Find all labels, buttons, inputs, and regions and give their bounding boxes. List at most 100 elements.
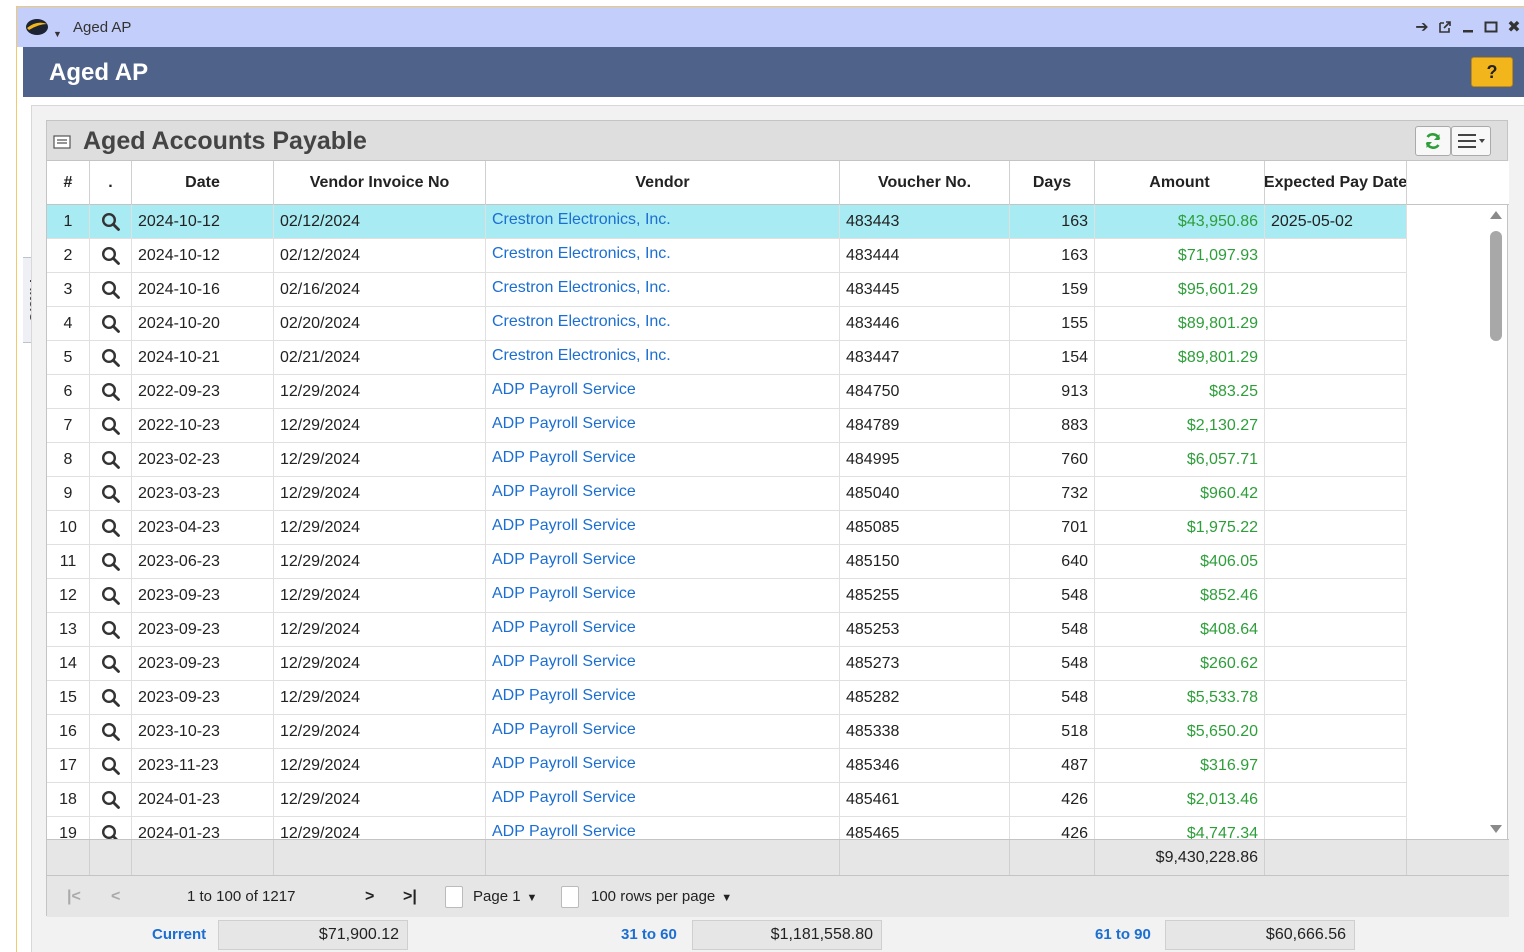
search-icon[interactable] <box>101 416 121 436</box>
table-row[interactable]: 5 2024-10-21 02/21/2024 Crestron Electronic… <box>47 341 1407 375</box>
row-search[interactable] <box>90 647 132 681</box>
row-search[interactable] <box>90 341 132 375</box>
row-search[interactable] <box>90 375 132 409</box>
col-header-amount[interactable]: Amount <box>1095 161 1265 205</box>
column-menu-button[interactable] <box>1451 126 1491 156</box>
table-row[interactable]: 2 2024-10-12 02/12/2024 Crestron Electronic… <box>47 239 1407 273</box>
row-search[interactable] <box>90 443 132 477</box>
prev-page-icon[interactable]: < <box>111 888 120 906</box>
search-icon[interactable] <box>101 212 121 232</box>
arrow-right-icon[interactable]: ➔ <box>1412 17 1432 37</box>
table-row[interactable]: 9 2023-03-23 12/29/2024 ADP Payroll Service… <box>47 477 1407 511</box>
search-icon[interactable] <box>101 722 121 742</box>
table-row[interactable]: 6 2022-09-23 12/29/2024 ADP Payroll Service… <box>47 375 1407 409</box>
maximize-icon[interactable] <box>1481 17 1501 37</box>
search-icon[interactable] <box>101 586 121 606</box>
cell-vendor-text[interactable]: Crestron Electronics, Inc. <box>492 313 671 331</box>
row-search[interactable] <box>90 205 132 239</box>
row-search[interactable] <box>90 307 132 341</box>
col-header-vendor[interactable]: Vendor <box>486 161 840 205</box>
cell-vendor-text[interactable]: Crestron Electronics, Inc. <box>492 279 671 297</box>
close-icon[interactable]: ✖ <box>1504 17 1524 37</box>
collapse-panel-icon[interactable] <box>53 135 71 149</box>
table-row[interactable]: 8 2023-02-23 12/29/2024 ADP Payroll Service… <box>47 443 1407 477</box>
row-search[interactable] <box>90 715 132 749</box>
table-row[interactable]: 7 2022-10-23 12/29/2024 ADP Payroll Service… <box>47 409 1407 443</box>
minimize-icon[interactable] <box>1458 17 1478 37</box>
col-header-vendor-invoice[interactable]: Vendor Invoice No <box>274 161 486 205</box>
col-header-days[interactable]: Days <box>1010 161 1095 205</box>
refresh-button[interactable] <box>1415 126 1451 156</box>
bucket-label-31-60[interactable]: 31 to 60 <box>621 926 677 943</box>
col-header-date[interactable]: Date <box>132 161 274 205</box>
cell-vendor-text[interactable]: ADP Payroll Service <box>492 381 636 399</box>
cell-vendor-text[interactable]: ADP Payroll Service <box>492 483 636 501</box>
search-icon[interactable] <box>101 620 121 640</box>
row-search[interactable] <box>90 783 132 817</box>
last-page-icon[interactable]: >| <box>403 888 417 906</box>
row-search[interactable] <box>90 545 132 579</box>
logo-dropdown-icon[interactable]: ▼ <box>53 29 62 39</box>
table-row[interactable]: 17 2023-11-23 12/29/2024 ADP Payroll Servic… <box>47 749 1407 783</box>
col-header-expected-pay-date[interactable]: Expected Pay Date <box>1265 161 1407 205</box>
cell-vendor-text[interactable]: ADP Payroll Service <box>492 585 636 603</box>
cell-vendor-text[interactable]: ADP Payroll Service <box>492 449 636 467</box>
rows-per-page-select[interactable]: 100 rows per page ▼ <box>591 888 732 905</box>
cell-vendor-text[interactable]: ADP Payroll Service <box>492 823 636 839</box>
row-search[interactable] <box>90 477 132 511</box>
scroll-down-icon[interactable] <box>1490 825 1502 833</box>
search-icon[interactable] <box>101 450 121 470</box>
table-row[interactable]: 13 2023-09-23 12/29/2024 ADP Payroll Servic… <box>47 613 1407 647</box>
table-row[interactable]: 14 2023-09-23 12/29/2024 ADP Payroll Servic… <box>47 647 1407 681</box>
search-icon[interactable] <box>101 790 121 810</box>
cell-vendor-text[interactable]: ADP Payroll Service <box>492 653 636 671</box>
search-icon[interactable] <box>101 756 121 776</box>
row-search[interactable] <box>90 511 132 545</box>
row-search[interactable] <box>90 239 132 273</box>
row-search[interactable] <box>90 579 132 613</box>
search-icon[interactable] <box>101 552 121 572</box>
cell-vendor-text[interactable]: ADP Payroll Service <box>492 551 636 569</box>
bucket-label-61-90[interactable]: 61 to 90 <box>1095 926 1151 943</box>
cell-vendor-text[interactable]: ADP Payroll Service <box>492 755 636 773</box>
row-search[interactable] <box>90 817 132 839</box>
table-row[interactable]: 12 2023-09-23 12/29/2024 ADP Payroll Servic… <box>47 579 1407 613</box>
scroll-thumb[interactable] <box>1490 231 1502 341</box>
table-row[interactable]: 18 2024-01-23 12/29/2024 ADP Payroll Servic… <box>47 783 1407 817</box>
cell-vendor-text[interactable]: ADP Payroll Service <box>492 789 636 807</box>
row-search[interactable] <box>90 681 132 715</box>
col-header-voucher[interactable]: Voucher No. <box>840 161 1010 205</box>
cell-vendor-text[interactable]: ADP Payroll Service <box>492 517 636 535</box>
table-row[interactable]: 19 2024-01-23 12/29/2024 ADP Payroll Servic… <box>47 817 1407 839</box>
cell-vendor-text[interactable]: ADP Payroll Service <box>492 415 636 433</box>
bucket-label-current[interactable]: Current <box>152 926 206 943</box>
row-search[interactable] <box>90 613 132 647</box>
help-button[interactable]: ? <box>1471 57 1513 87</box>
table-row[interactable]: 3 2024-10-16 02/16/2024 Crestron Electronic… <box>47 273 1407 307</box>
row-search[interactable] <box>90 409 132 443</box>
scroll-up-icon[interactable] <box>1490 211 1502 219</box>
search-icon[interactable] <box>101 824 121 839</box>
page-select[interactable]: Page 1 ▼ <box>473 888 537 905</box>
popout-icon[interactable] <box>1435 17 1455 37</box>
search-icon[interactable] <box>101 688 121 708</box>
cell-vendor-text[interactable]: Crestron Electronics, Inc. <box>492 211 671 229</box>
table-row[interactable]: 10 2023-04-23 12/29/2024 ADP Payroll Servic… <box>47 511 1407 545</box>
search-icon[interactable] <box>101 314 121 334</box>
table-row[interactable]: 15 2023-09-23 12/29/2024 ADP Payroll Servic… <box>47 681 1407 715</box>
vertical-scrollbar[interactable] <box>1485 205 1507 839</box>
search-icon[interactable] <box>101 348 121 368</box>
search-icon[interactable] <box>101 246 121 266</box>
table-row[interactable]: 1 2024-10-12 02/12/2024 Crestron Electronic… <box>47 205 1407 239</box>
cell-vendor-text[interactable]: ADP Payroll Service <box>492 619 636 637</box>
table-row[interactable]: 16 2023-10-23 12/29/2024 ADP Payroll Servic… <box>47 715 1407 749</box>
first-page-icon[interactable]: |< <box>67 888 81 906</box>
cell-vendor-text[interactable]: Crestron Electronics, Inc. <box>492 245 671 263</box>
table-row[interactable]: 11 2023-06-23 12/29/2024 ADP Payroll Servic… <box>47 545 1407 579</box>
row-search[interactable] <box>90 749 132 783</box>
search-icon[interactable] <box>101 280 121 300</box>
row-search[interactable] <box>90 273 132 307</box>
col-header-action[interactable]: . <box>90 161 132 205</box>
search-icon[interactable] <box>101 518 121 538</box>
cell-vendor-text[interactable]: ADP Payroll Service <box>492 721 636 739</box>
